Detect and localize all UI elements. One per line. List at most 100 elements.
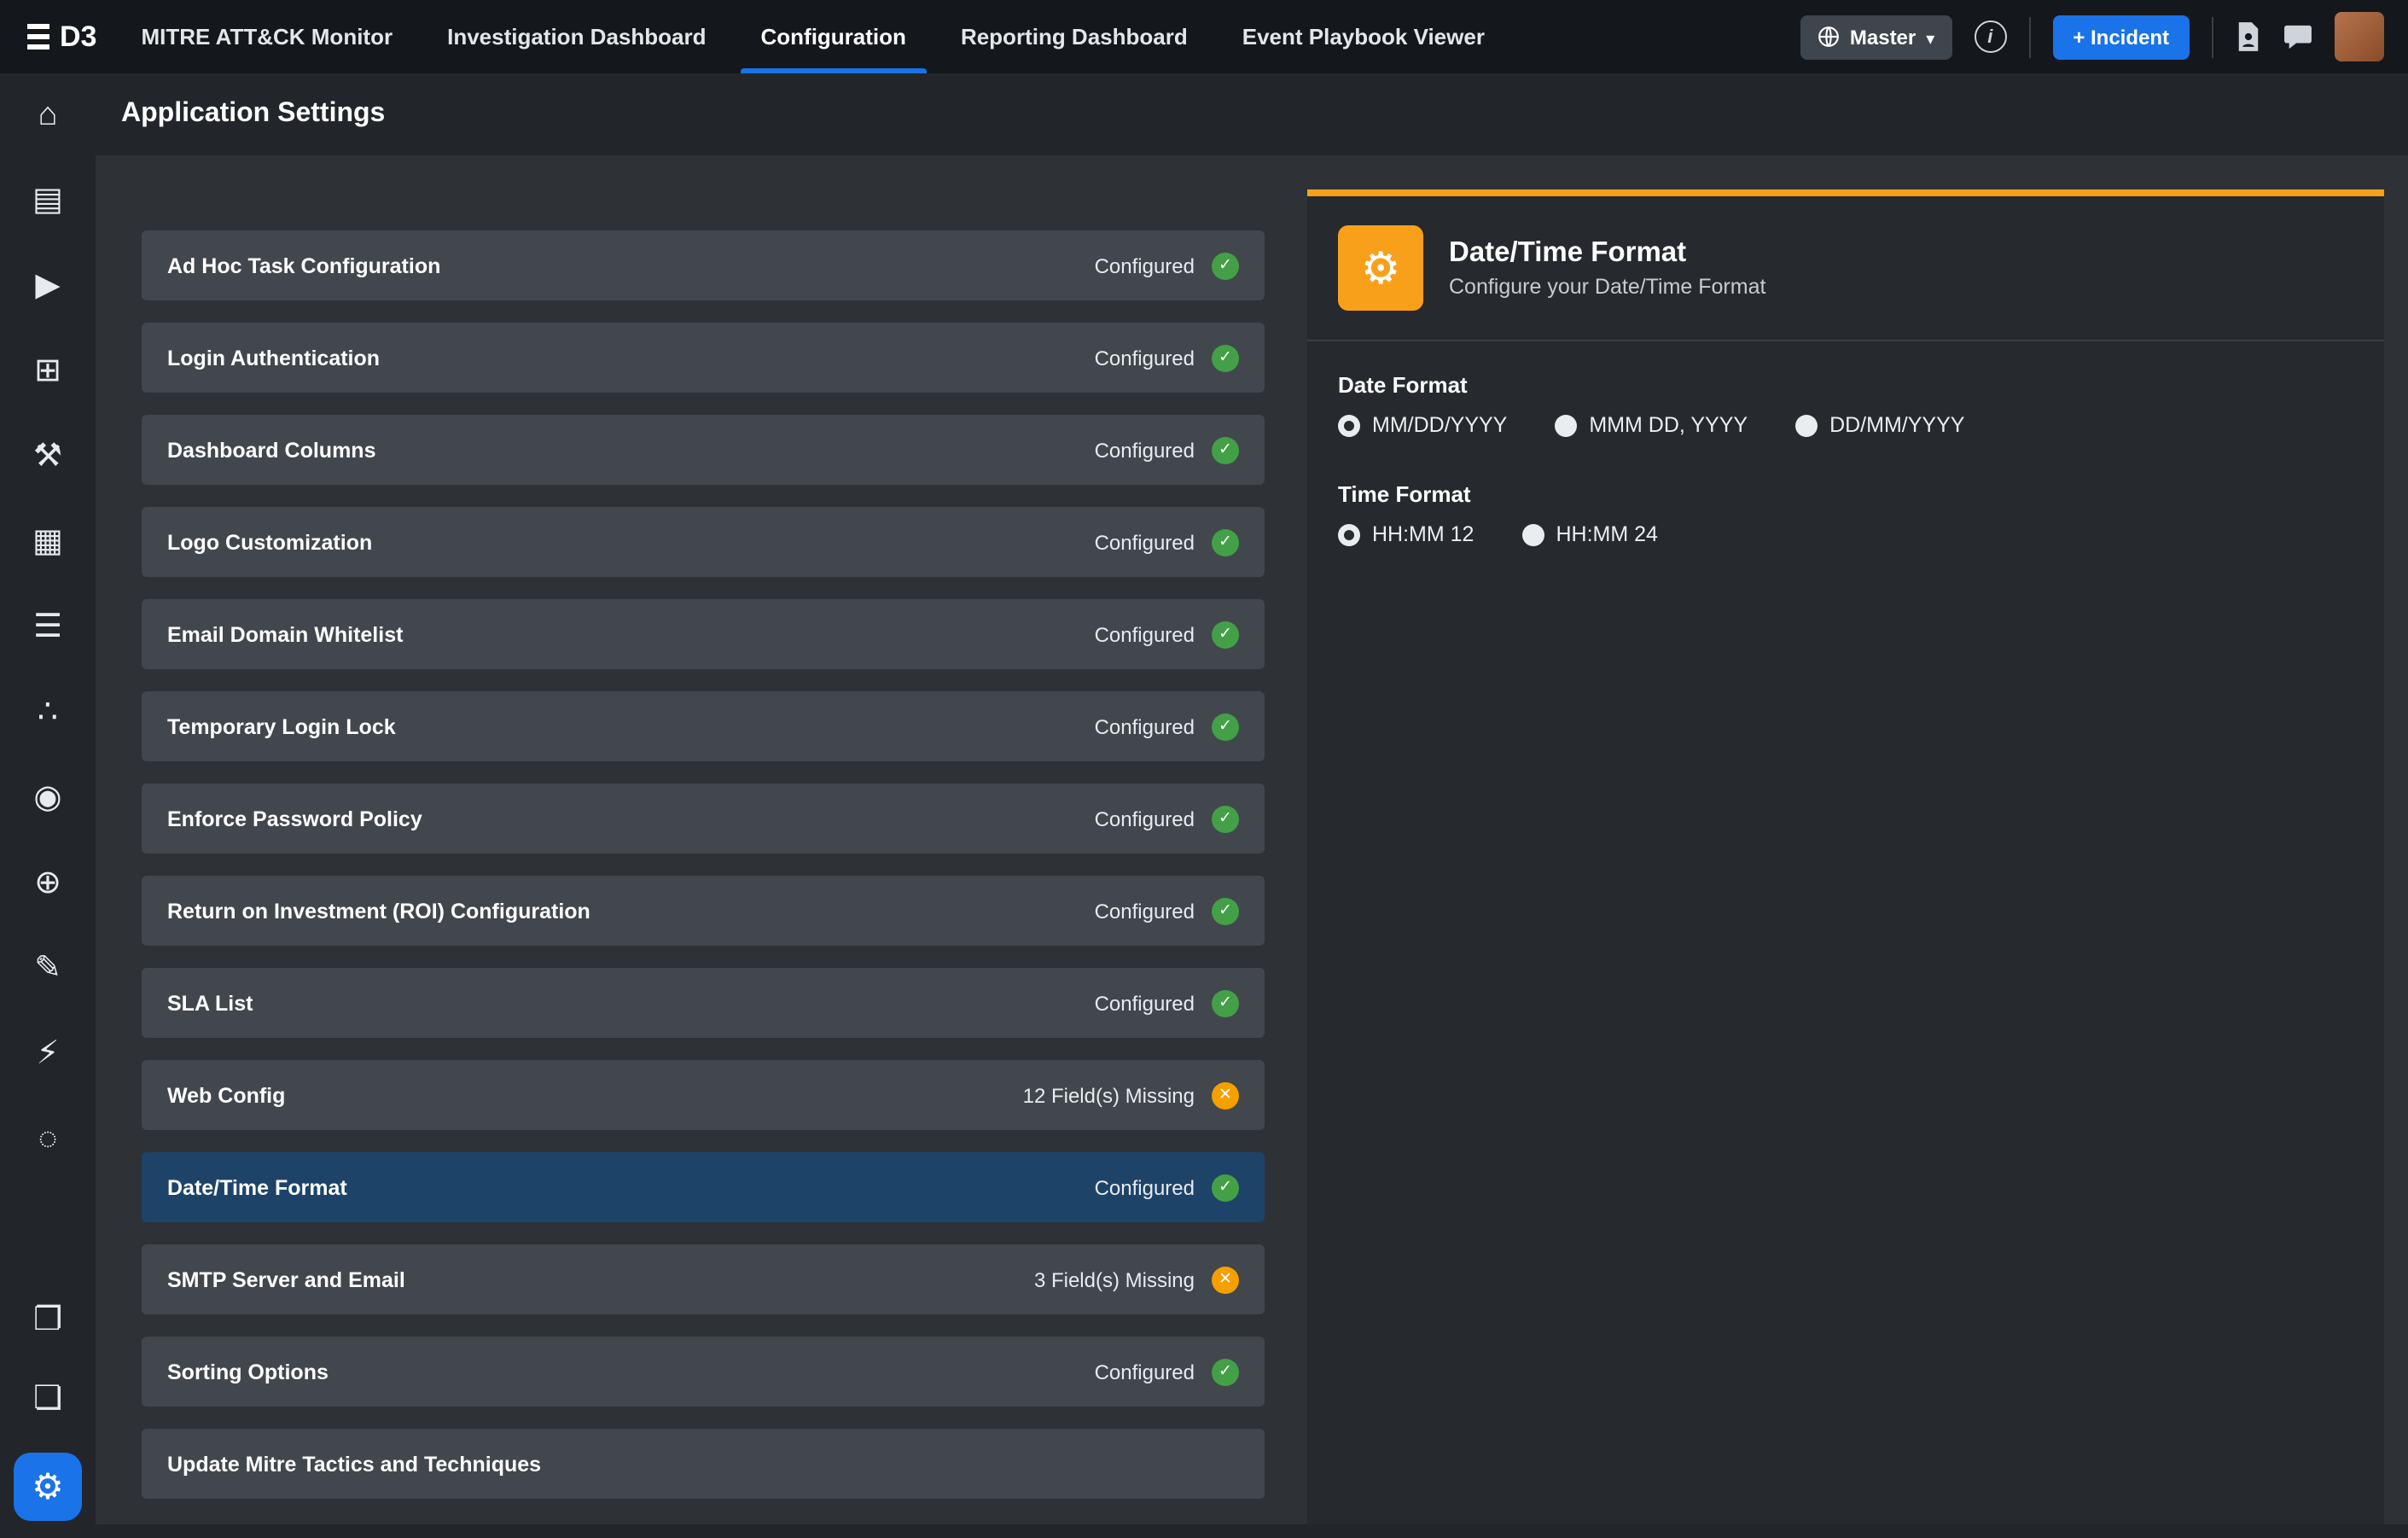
nav-item[interactable]: Configuration [734,0,934,73]
settings-gear-icon[interactable]: ⚙ [14,1453,82,1521]
row-status: 3 Field(s) Missing [1034,1266,1239,1293]
settings-row[interactable]: Return on Investment (ROI) Configuration… [142,876,1265,946]
media-icon[interactable]: ❏ [24,1374,72,1422]
radio-icon [1521,523,1544,545]
settings-row[interactable]: SLA List Configured [142,968,1265,1038]
status-text: Configured [1095,253,1195,277]
radio-option[interactable]: HH:MM 12 [1338,522,1474,546]
integrations-icon[interactable]: ⊞ [24,347,72,394]
database-icon[interactable]: ☰ [24,603,72,650]
row-status: 12 Field(s) Missing [1023,1081,1239,1109]
settings-row[interactable]: Login Authentication Configured [142,323,1265,393]
row-status: Configured [1095,528,1239,556]
master-version-label: Master [1850,25,1916,49]
radio-option[interactable]: MM/DD/YYYY [1338,413,1507,437]
status-icon [1212,252,1239,279]
chat-icon[interactable] [2283,24,2312,50]
row-status: Configured [1095,1358,1239,1385]
status-icon [1212,436,1239,463]
status-text: Configured [1095,346,1195,370]
detail-panel-header: ⚙ Date/Time Format Configure your Date/T… [1307,196,2384,341]
settings-row[interactable]: Email Domain Whitelist Configured [142,599,1265,669]
status-icon [1212,805,1239,832]
calendar-icon[interactable]: ▦ [24,517,72,565]
time-format-label: Time Format [1338,481,2353,507]
row-status: Configured [1095,897,1239,924]
d3-logo-mark [27,24,49,50]
row-status: Configured [1095,436,1239,463]
d3-logo[interactable]: D3 [27,0,96,73]
detail-body: Date Format MM/DD/YYYY MMM DD, YYYY [1307,341,2384,577]
radio-option[interactable]: DD/MM/YYYY [1795,413,1964,437]
report-icon[interactable]: ✎ [24,944,72,992]
status-text: Configured [1095,714,1195,738]
master-version-button[interactable]: Master [1800,15,1951,59]
status-icon [1212,897,1239,924]
status-text: Configured [1095,807,1195,830]
status-text: Configured [1095,1360,1195,1384]
status-text: 3 Field(s) Missing [1034,1267,1195,1291]
radio-icon [1795,414,1818,436]
nav-item[interactable]: Reporting Dashboard [934,0,1215,73]
fingerprint-icon[interactable]: ◌ [24,1115,72,1162]
radio-icon [1338,523,1360,545]
settings-row[interactable]: Enforce Password Policy Configured [142,784,1265,853]
status-text: Configured [1095,438,1195,462]
settings-row[interactable]: Ad Hoc Task Configuration Configured [142,230,1265,300]
primary-nav: MITRE ATT&CK MonitorInvestigation Dashbo… [113,0,1512,73]
nav-item[interactable]: Event Playbook Viewer [1215,0,1512,73]
status-text: Configured [1095,991,1195,1015]
chevron-down-icon [1926,25,1934,49]
row-status: Configured [1095,252,1239,279]
date-format-label: Date Format [1338,372,2353,398]
status-text: Configured [1095,899,1195,923]
status-icon [1212,1358,1239,1385]
status-text: Configured [1095,622,1195,646]
settings-row[interactable]: Web Config 12 Field(s) Missing [142,1060,1265,1130]
broadcast-icon[interactable]: ◉ [24,773,72,821]
nav-item[interactable]: MITRE ATT&CK Monitor [113,0,420,73]
settings-row[interactable]: Temporary Login Lock Configured [142,691,1265,761]
settings-row[interactable]: Sorting Options Configured [142,1337,1265,1407]
radio-option[interactable]: MMM DD, YYYY [1555,413,1748,437]
detail-panel: ⚙ Date/Time Format Configure your Date/T… [1307,189,2384,1524]
app-root: D3 MITRE ATT&CK MonitorInvestigation Das… [0,0,2408,1538]
windows-icon[interactable]: ❐ [24,1296,72,1343]
settings-row[interactable]: Logo Customization Configured [142,507,1265,577]
status-icon [1212,528,1239,556]
user-avatar[interactable] [2335,12,2384,61]
sync-icon[interactable]: ⚡ [24,1029,72,1077]
detail-titles: Date/Time Format Configure your Date/Tim… [1449,237,1765,299]
radio-icon [1555,414,1577,436]
main-area: Application Settings Ad Hoc Task Configu… [96,73,2408,1538]
new-incident-button[interactable]: + Incident [2052,15,2190,59]
sidebar-top-icons: ⌂ ▤ ▶ ⊞ ⚒ ▦ ☰ ∴ ◉ ⊕ ✎ ⚡ ◌ [24,90,72,1162]
status-icon [1212,620,1239,648]
document-icon[interactable] [2236,22,2261,51]
detail-subtitle: Configure your Date/Time Format [1449,275,1765,299]
info-icon[interactable] [1974,20,2006,53]
status-text: Configured [1095,1175,1195,1199]
nav-item[interactable]: Investigation Dashboard [420,0,733,73]
settings-row[interactable]: Date/Time Format Configured [142,1152,1265,1222]
settings-row[interactable]: Update Mitre Tactics and Techniques [142,1429,1265,1499]
navbar-right-cluster: Master + Incident [1800,0,2408,73]
globe-icon [1818,26,1840,48]
connections-icon[interactable]: ∴ [24,688,72,736]
divider [2028,16,2030,57]
radio-option[interactable]: HH:MM 24 [1521,522,1657,546]
internet-icon[interactable]: ⊕ [24,859,72,906]
monitor-icon[interactable]: ▤ [24,176,72,224]
status-icon [1212,1174,1239,1201]
status-text: Configured [1095,530,1195,554]
settings-row[interactable]: SMTP Server and Email 3 Field(s) Missing [142,1244,1265,1314]
settings-row[interactable]: Dashboard Columns Configured [142,415,1265,485]
status-icon [1212,1081,1239,1109]
gear-icon: ⚙ [1338,225,1423,311]
playbook-icon[interactable]: ▶ [24,261,72,309]
utilities-icon[interactable]: ⚒ [24,432,72,480]
row-status: Configured [1095,344,1239,371]
time-format-options: HH:MM 12 HH:MM 24 [1338,522,2353,546]
home-icon[interactable]: ⌂ [24,90,72,138]
status-icon [1212,1266,1239,1293]
